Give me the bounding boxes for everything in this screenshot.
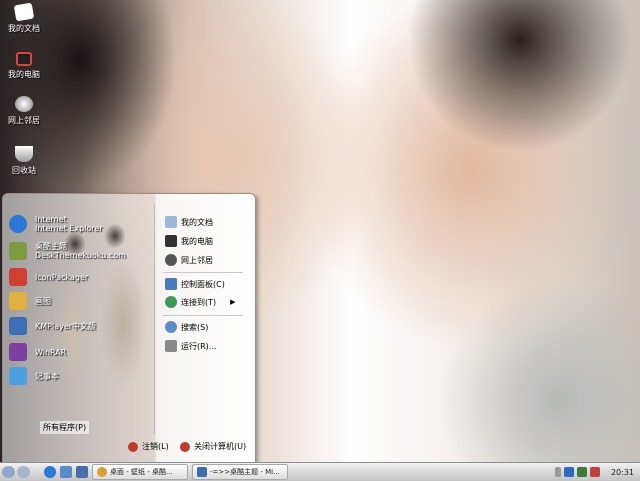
- my-computer-icon: [16, 52, 32, 66]
- tray-volume-icon[interactable]: [589, 467, 600, 477]
- start-item-search[interactable]: 搜索(S): [165, 319, 208, 335]
- start-item-internet-explorer[interactable]: Internet Internet Explorer: [9, 214, 154, 234]
- start-item-my-documents[interactable]: 我的文档: [165, 214, 213, 230]
- quick-launch: [44, 466, 88, 478]
- start-orb-icon: [2, 466, 15, 478]
- notepad-icon: [9, 367, 27, 385]
- winrar-icon: [9, 343, 27, 361]
- network-icon: [15, 96, 33, 112]
- menu-separator: [163, 315, 243, 316]
- desktop-icon-my-documents[interactable]: 我的文档: [0, 2, 48, 34]
- search-icon: [165, 321, 177, 333]
- taskbar-task-browser[interactable]: 桌面 - 壁纸 - 桌酷...: [92, 464, 188, 480]
- tray-network-icon[interactable]: [576, 467, 587, 477]
- control-panel-icon: [165, 278, 177, 290]
- logoff-button[interactable]: 注销(L): [128, 441, 169, 452]
- my-documents-icon: [13, 2, 35, 22]
- show-desktop-icon[interactable]: [60, 466, 72, 478]
- start-item-winrar[interactable]: WinRAR: [9, 342, 154, 362]
- connect-icon: [165, 296, 177, 308]
- start-button[interactable]: [2, 465, 40, 479]
- system-tray: 20:31: [551, 463, 640, 481]
- start-item-my-computer[interactable]: 我的电脑: [165, 233, 213, 249]
- chrome-icon: [97, 467, 107, 477]
- start-item-control-panel[interactable]: 控制面板(C): [165, 276, 225, 292]
- submenu-arrow-icon: ▶: [230, 298, 236, 306]
- run-icon: [165, 340, 177, 352]
- ie-icon[interactable]: [44, 466, 56, 478]
- paint-icon: [9, 292, 27, 310]
- start-item-paint[interactable]: 画图: [9, 291, 154, 311]
- start-item-kmplayer[interactable]: KMPlayer中文版: [9, 316, 154, 336]
- desktop-icon-recycle-bin[interactable]: 回收站: [0, 146, 48, 176]
- start-menu-divider: [154, 204, 155, 434]
- start-item-connect-to[interactable]: 连接到(T) ▶: [165, 294, 236, 310]
- media-player-icon[interactable]: [76, 466, 88, 478]
- taskbar-task-word[interactable]: -=>>桌酷主题 - Mi...: [192, 464, 288, 480]
- tray-app-icon[interactable]: [563, 467, 574, 477]
- start-item-notepad[interactable]: 记事本: [9, 366, 154, 386]
- recycle-bin-icon: [15, 146, 33, 162]
- desktop-icon-network[interactable]: 网上邻居: [0, 96, 48, 126]
- tray-arrow-icon[interactable]: [554, 467, 561, 477]
- my-computer-icon: [165, 235, 177, 247]
- my-documents-icon: [165, 216, 177, 228]
- kmplayer-icon: [9, 317, 27, 335]
- menu-separator: [163, 272, 243, 273]
- word-icon: [197, 467, 207, 477]
- shutdown-button[interactable]: 关闭计算机(U): [180, 441, 246, 452]
- all-programs-button[interactable]: 所有程序(P): [40, 421, 90, 434]
- start-item-iconpackager[interactable]: IconPackager: [9, 267, 154, 287]
- deskkuoku-icon: [9, 242, 27, 260]
- taskbar: 桌面 - 壁纸 - 桌酷... -=>>桌酷主题 - Mi... 20:31: [0, 462, 640, 481]
- logoff-icon: [128, 441, 138, 452]
- start-item-run[interactable]: 运行(R)...: [165, 338, 216, 354]
- start-orb-icon: [17, 466, 30, 478]
- start-item-network[interactable]: 网上邻居: [165, 252, 213, 268]
- taskbar-clock[interactable]: 20:31: [611, 468, 634, 477]
- power-icon: [180, 441, 190, 452]
- ie-icon: [9, 215, 27, 233]
- start-item-deskkuoku[interactable]: 桌酷主题DeskThemekuoku.com: [9, 241, 154, 261]
- iconpackager-icon: [9, 268, 27, 286]
- network-icon: [165, 254, 177, 266]
- desktop-icon-my-computer[interactable]: 我的电脑: [0, 52, 48, 80]
